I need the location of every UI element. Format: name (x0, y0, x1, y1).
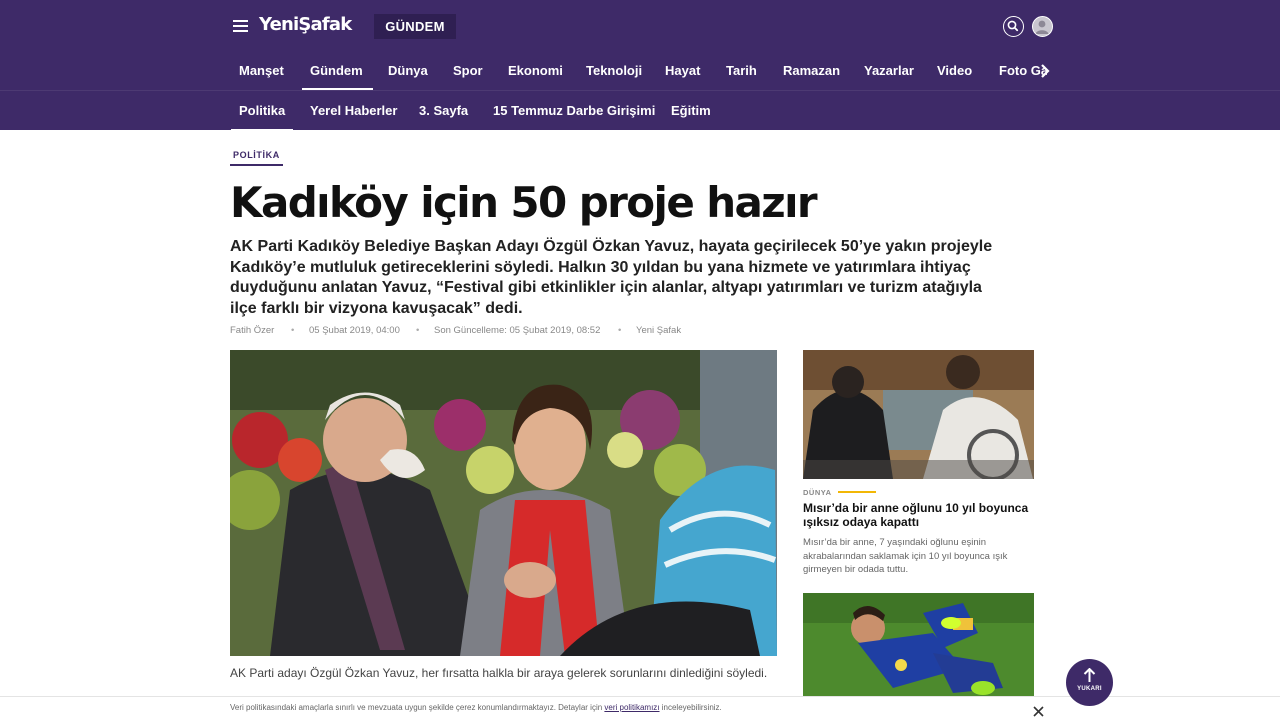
article-author[interactable]: Fatih Özer (230, 325, 274, 336)
sidebar-card-title[interactable]: Mısır’da bir anne oğlunu 10 yıl boyunca … (803, 501, 1035, 529)
meta-separator: • (618, 325, 622, 336)
article-category[interactable]: POLİTİKA (230, 150, 283, 166)
subnav-item-15-temmuz[interactable]: 15 Temmuz Darbe Girişimi (493, 91, 655, 131)
nav-item-dunya[interactable]: Dünya (388, 52, 428, 90)
category-accent-line (838, 491, 876, 493)
sidebar-card-category: DÜNYA (803, 488, 832, 497)
nav-item-gundem[interactable]: Gündem (302, 52, 373, 90)
meta-separator: • (291, 325, 295, 336)
cookie-text-wrapper: Veri politikasındaki amaçlarla sınırlı v… (230, 703, 722, 712)
user-avatar-icon[interactable] (1032, 16, 1053, 37)
subnav-item-politika[interactable]: Politika (230, 91, 294, 131)
hamburger-menu-icon[interactable] (233, 19, 248, 32)
main-nav: Manşet Gündem Dünya Spor Ekonomi Teknolo… (0, 52, 1280, 90)
nav-item-video[interactable]: Video (937, 52, 972, 90)
sidebar-card-image[interactable] (803, 350, 1034, 479)
nav-item-tarih[interactable]: Tarih (726, 52, 757, 90)
subnav-item-yerel-haberler[interactable]: Yerel Haberler (310, 91, 397, 131)
top-bar: YeniŞafak GÜNDEM (0, 0, 1280, 52)
image-caption: AK Parti adayı Özgül Özkan Yavuz, her fı… (230, 666, 768, 680)
article-published-date: 05 Şubat 2019, 04:00 (309, 325, 400, 336)
article-summary: AK Parti Kadıköy Belediye Başkan Adayı Ö… (230, 238, 993, 317)
chevron-right-icon[interactable] (1039, 62, 1051, 80)
arrow-up-icon (1083, 667, 1096, 683)
nav-item-ekonomi[interactable]: Ekonomi (508, 52, 563, 90)
article-updated-date: Son Güncelleme: 05 Şubat 2019, 08:52 (434, 325, 601, 336)
subnav-item-egitim[interactable]: Eğitim (671, 91, 711, 131)
section-badge[interactable]: GÜNDEM (374, 14, 456, 39)
site-header: YeniŞafak GÜNDEM Manşet Gündem Dünya Spo… (0, 0, 1280, 131)
sidebar-card-description: Mısır’da bir anne, 7 yaşındaki oğlunu eş… (803, 537, 1008, 575)
cookie-policy-link[interactable]: veri politikamızı (604, 703, 659, 712)
nav-item-hayat[interactable]: Hayat (665, 52, 700, 90)
cookie-text-suffix: inceleyebilirsiniz. (659, 703, 722, 712)
article-source: Yeni Şafak (636, 325, 682, 336)
article-title: Kadıköy için 50 proje hazır (230, 178, 818, 227)
scroll-to-top-button[interactable]: YUKARI (1066, 659, 1113, 706)
nav-item-manset[interactable]: Manşet (239, 52, 284, 90)
nav-item-spor[interactable]: Spor (453, 52, 483, 90)
scroll-to-top-label: YUKARI (1077, 686, 1102, 692)
article-hero-image (230, 350, 777, 656)
sub-nav: Politika Yerel Haberler 3. Sayfa 15 Temm… (0, 90, 1280, 131)
meta-separator: • (416, 325, 420, 336)
close-icon[interactable] (1033, 704, 1044, 717)
site-logo[interactable]: YeniŞafak (259, 14, 352, 35)
nav-item-yazarlar[interactable]: Yazarlar (864, 52, 914, 90)
search-icon[interactable] (1003, 16, 1024, 37)
nav-item-ramazan[interactable]: Ramazan (783, 52, 840, 90)
subnav-item-3-sayfa[interactable]: 3. Sayfa (419, 91, 468, 131)
nav-item-teknoloji[interactable]: Teknoloji (586, 52, 642, 90)
cookie-text: Veri politikasındaki amaçlarla sınırlı v… (230, 703, 605, 712)
